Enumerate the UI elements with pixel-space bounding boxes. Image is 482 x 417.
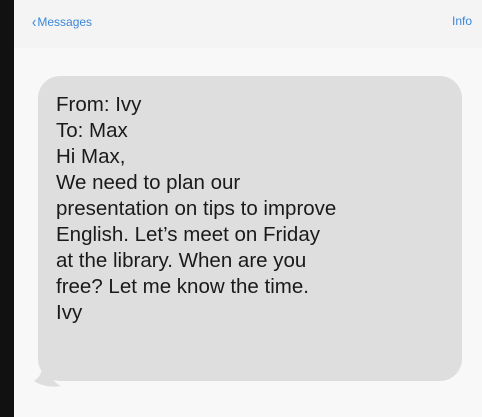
info-button[interactable]: Info: [452, 14, 472, 28]
message-text: From: Ivy To: Max Hi Max, We need to pla…: [56, 92, 444, 326]
message-line-body: at the library. When are you: [56, 249, 307, 272]
back-button[interactable]: ‹ Messages: [32, 12, 93, 31]
phone-frame: ‹ Messages Info From: Ivy To: Max Hi Max…: [0, 0, 482, 417]
message-line-body: English. Let’s meet on Friday: [56, 223, 320, 246]
message-line-body: We need to plan our: [56, 171, 241, 194]
message-line-greeting: Hi Max,: [56, 145, 126, 168]
phone-bezel: [0, 0, 14, 417]
message-line-signature: Ivy: [56, 301, 83, 324]
messages-screen: ‹ Messages Info From: Ivy To: Max Hi Max…: [14, 0, 482, 417]
back-button-label: Messages: [37, 14, 93, 29]
chevron-left-icon: ‹: [32, 12, 37, 31]
navigation-bar: ‹ Messages Info: [14, 0, 482, 49]
conversation-area: From: Ivy To: Max Hi Max, We need to pla…: [14, 48, 482, 417]
message-line-to: To: Max: [56, 119, 128, 142]
message-line-body: presentation on tips to improve: [56, 197, 337, 220]
received-message-bubble[interactable]: From: Ivy To: Max Hi Max, We need to pla…: [38, 76, 462, 381]
message-line-body: free? Let me know the time.: [56, 275, 309, 298]
message-line-from: From: Ivy: [56, 93, 142, 116]
